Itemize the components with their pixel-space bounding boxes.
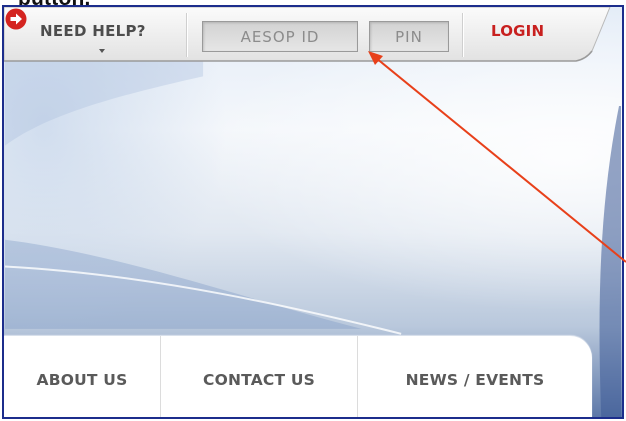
annotation-arrow bbox=[368, 51, 626, 263]
screenshot-stage: button. NEED HELP? bbox=[0, 0, 626, 421]
